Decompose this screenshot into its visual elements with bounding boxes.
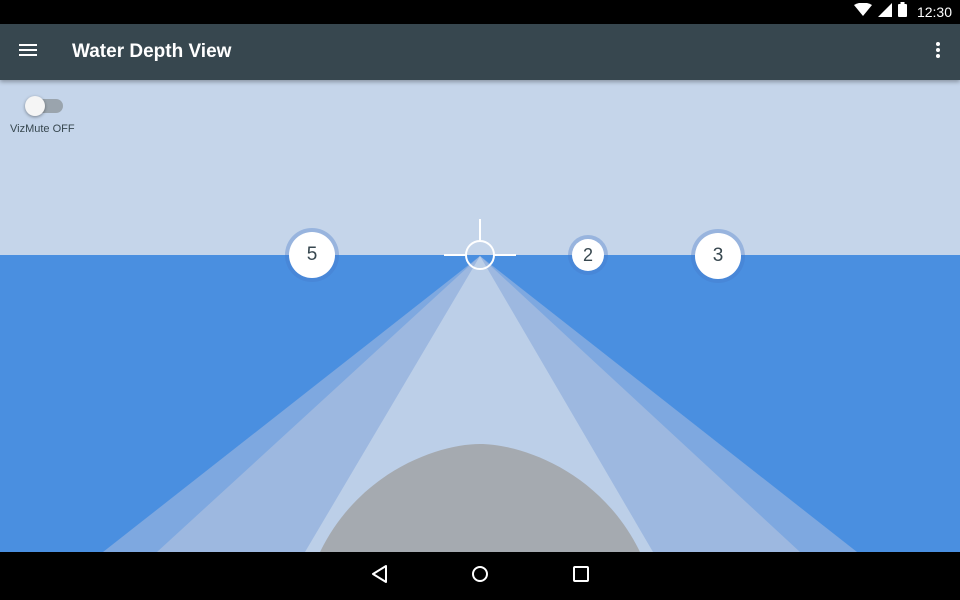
depth-marker[interactable]: 3 (695, 233, 741, 279)
back-button[interactable] (364, 560, 396, 592)
depth-view-canvas[interactable] (0, 80, 960, 552)
more-vertical-icon (935, 41, 941, 64)
vizmute-switch[interactable] (25, 96, 63, 116)
hamburger-menu-icon (18, 42, 38, 63)
cell-signal-icon (877, 2, 892, 22)
depth-marker[interactable]: 5 (289, 232, 335, 278)
app-bar: Water Depth View (0, 24, 960, 80)
back-icon (370, 564, 390, 589)
vizmute-switch-thumb (25, 96, 45, 116)
home-button[interactable] (464, 560, 496, 592)
wifi-icon (853, 2, 872, 22)
status-icons: 12:30 (853, 0, 952, 24)
system-nav-bar (0, 552, 960, 600)
recents-button[interactable] (565, 560, 597, 592)
battery-icon (897, 2, 907, 22)
depth-marker[interactable]: 2 (572, 239, 604, 271)
recents-icon (571, 564, 591, 589)
status-time: 12:30 (916, 4, 952, 20)
vizmute-label: VizMute OFF (10, 123, 75, 135)
depth-scene-svg (0, 80, 960, 552)
overflow-menu-button[interactable] (922, 36, 954, 68)
home-icon (470, 564, 490, 589)
page-title: Water Depth View (72, 41, 232, 62)
menu-button[interactable] (12, 36, 44, 68)
status-bar: 12:30 (0, 0, 960, 24)
